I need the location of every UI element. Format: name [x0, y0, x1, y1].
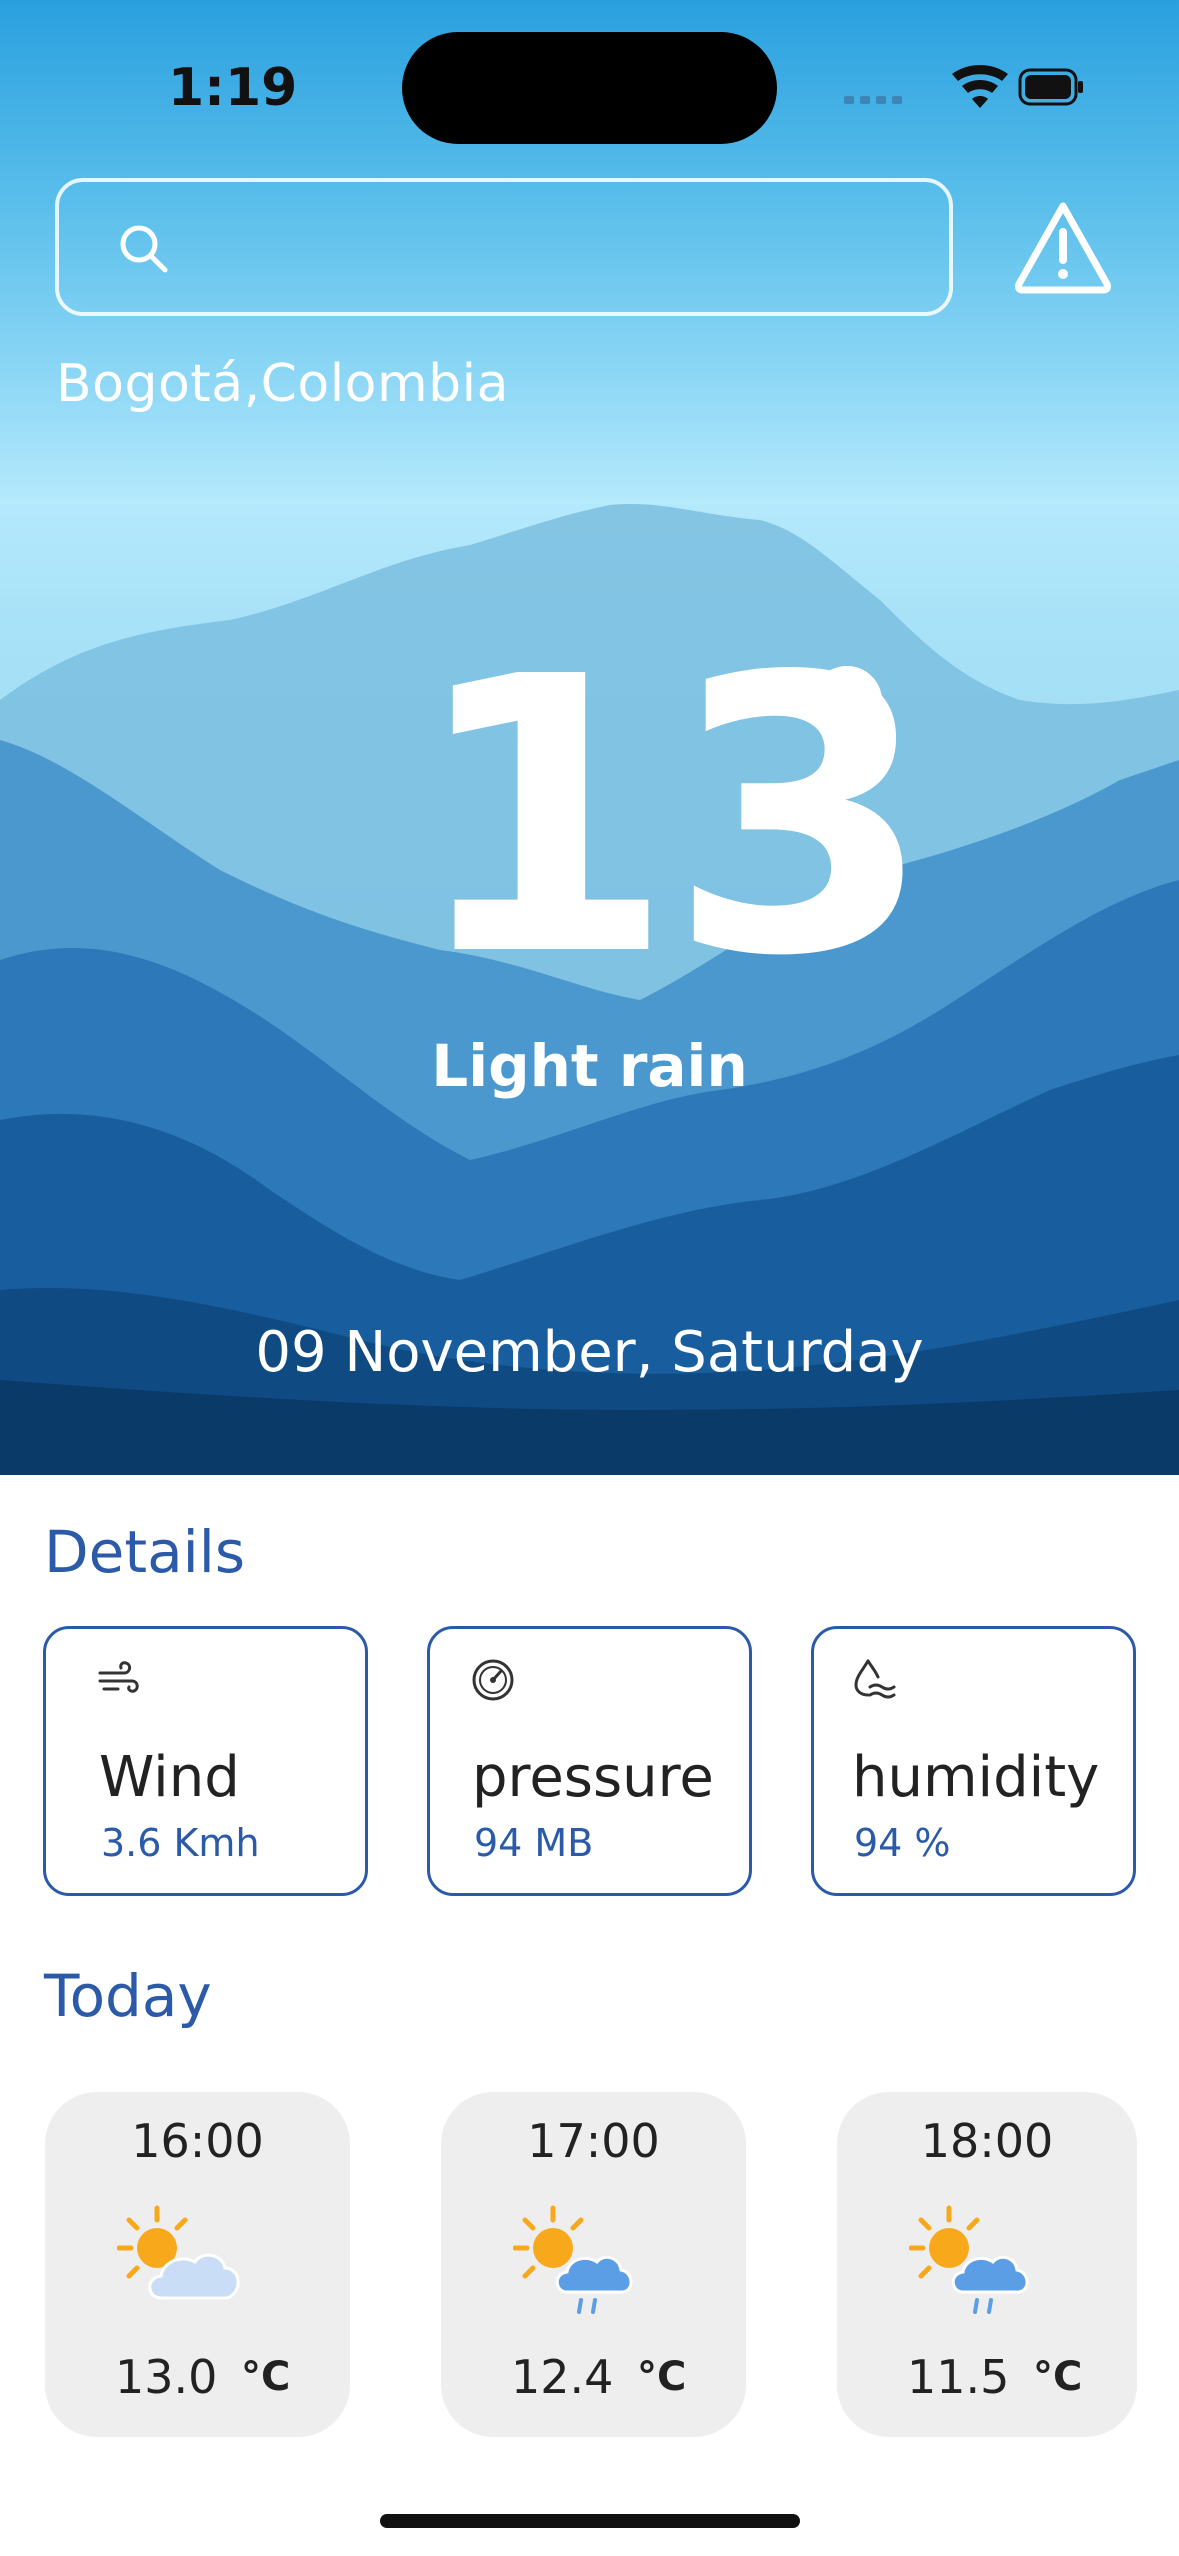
wind-icon: [98, 1661, 139, 1693]
detail-card-pressure: pressure 94 MB: [427, 1626, 752, 1896]
hourly-card[interactable]: 16:00 13.0 °C: [45, 2092, 350, 2437]
dynamic-island: [402, 32, 777, 144]
detail-card-humidity: humidity 94 %: [811, 1626, 1136, 1896]
status-time: 1:19: [168, 58, 298, 118]
hourly-card[interactable]: 18:00 11.5 °C: [837, 2092, 1137, 2437]
home-indicator[interactable]: [380, 2514, 800, 2528]
detail-label: Wind: [99, 1745, 240, 1810]
search-icon: [120, 225, 168, 273]
weather-condition: Light rain: [431, 1032, 748, 1100]
sun-rain-icon: [513, 2205, 633, 2314]
hour-temp: 13.0: [115, 2350, 218, 2404]
today-title: Today: [44, 1962, 212, 2030]
hour-temp: 11.5: [907, 2350, 1010, 2404]
detail-value: 3.6 Kmh: [101, 1821, 260, 1865]
hour-time: 18:00: [920, 2114, 1054, 2168]
detail-value: 94 %: [854, 1821, 951, 1865]
detail-value: 94 MB: [474, 1821, 594, 1865]
hour-unit: °C: [637, 2354, 687, 2400]
hour-unit: °C: [241, 2354, 291, 2400]
signal-icon: [844, 96, 902, 104]
alert-icon[interactable]: [1013, 200, 1113, 296]
status-icons: [844, 65, 1083, 108]
degree-symbol: [812, 666, 882, 736]
current-date: 09 November, Saturday: [255, 1320, 924, 1385]
partly-cloudy-icon: [117, 2205, 240, 2300]
detail-label: pressure: [472, 1745, 714, 1810]
hour-time: 16:00: [131, 2114, 264, 2168]
detail-card-wind: Wind 3.6 Kmh: [43, 1626, 368, 1896]
hour-temp: 12.4: [511, 2350, 614, 2404]
wifi-icon: [952, 65, 1008, 108]
hour-unit: °C: [1033, 2354, 1083, 2400]
sun-rain-icon: [909, 2205, 1029, 2314]
detail-label: humidity: [852, 1745, 1100, 1810]
humidity-icon: [854, 1659, 896, 1699]
gauge-icon: [472, 1659, 514, 1701]
location-label: Bogotá,Colombia: [56, 354, 509, 414]
details-title: Details: [44, 1518, 246, 1586]
search-input[interactable]: [55, 178, 953, 316]
hourly-card[interactable]: 17:00 12.4 °C: [441, 2092, 746, 2437]
hour-time: 17:00: [527, 2114, 660, 2168]
battery-icon: [1018, 68, 1083, 106]
